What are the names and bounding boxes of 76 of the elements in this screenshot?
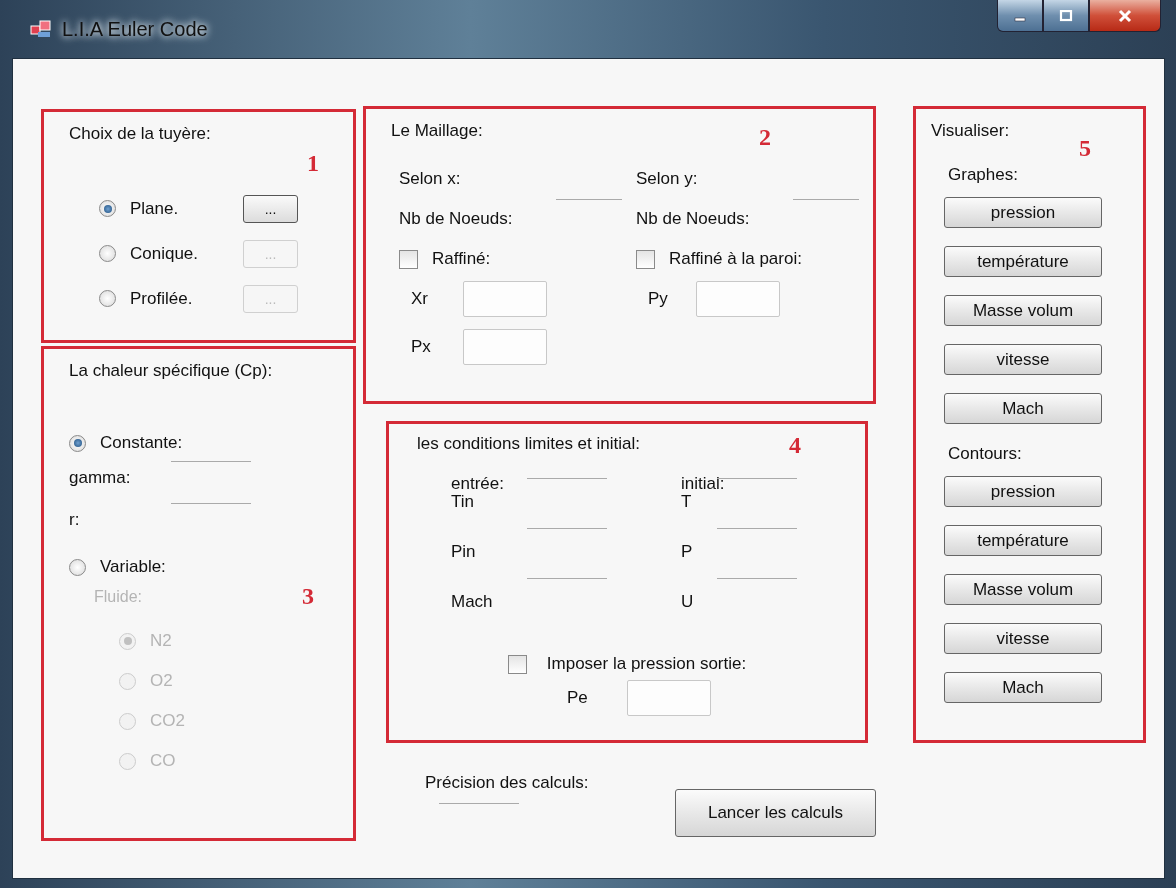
input-field[interactable]	[627, 680, 711, 716]
plot-button[interactable]: température	[944, 246, 1102, 277]
panel-title: les conditions limites et initial:	[417, 434, 640, 454]
radio-label: Constante:	[100, 433, 183, 453]
plot-button[interactable]: Mach	[944, 672, 1102, 703]
plot-button[interactable]: Masse volum	[944, 295, 1102, 326]
checkbox-label: Imposer la pression sortie:	[546, 654, 747, 674]
radio-label: CO	[150, 751, 176, 771]
close-icon	[1116, 8, 1134, 23]
radio-button[interactable]	[69, 434, 86, 452]
axis-heading: Selon x:	[399, 169, 462, 189]
close-button[interactable]	[1089, 0, 1161, 32]
minimize-icon	[1014, 17, 1026, 22]
group-heading: Graphes:	[948, 165, 1019, 185]
field-label: gamma:	[69, 468, 132, 488]
plot-button[interactable]: température	[944, 525, 1102, 556]
field-label: Px	[411, 337, 432, 357]
group-title: Fluide:	[94, 588, 143, 606]
checkbox[interactable]	[636, 249, 655, 269]
panel-title: Choix de la tuyère:	[69, 124, 211, 144]
field-label: P	[681, 542, 694, 562]
plot-button[interactable]: vitesse	[944, 623, 1102, 654]
plot-button[interactable]: Masse volum	[944, 574, 1102, 605]
plot-button[interactable]: pression	[944, 476, 1102, 507]
checkbox-label: Raffiné:	[432, 249, 491, 269]
radio-button[interactable]	[99, 245, 116, 262]
field-label: Nb de Noeuds:	[636, 209, 751, 230]
field-label: Mach	[451, 592, 494, 612]
field-label: Pe	[567, 688, 589, 708]
group-heading: entrée:	[451, 474, 505, 492]
radio-label: N2	[150, 631, 172, 651]
field-label: Tin	[451, 492, 475, 512]
radio-button[interactable]	[69, 558, 86, 576]
radio-button[interactable]	[99, 290, 116, 307]
minimize-button[interactable]	[997, 0, 1043, 32]
panel-number: 4	[789, 432, 801, 459]
field-label: Nb de Noeuds:	[399, 209, 514, 230]
radio-label: Profilée.	[130, 288, 194, 309]
radio-label: Plane.	[130, 198, 180, 219]
radio-label: CO2	[150, 711, 185, 731]
input-field[interactable]	[463, 329, 547, 365]
checkbox[interactable]	[399, 249, 418, 269]
plot-button[interactable]: vitesse	[944, 344, 1102, 375]
field-label: T	[681, 492, 693, 512]
input-field[interactable]	[696, 281, 780, 317]
group-heading: initial:	[681, 474, 726, 492]
checkbox-label: Raffiné à la paroi:	[669, 249, 802, 269]
panel-title: Visualiser:	[931, 121, 1010, 141]
browse-button[interactable]: ...	[243, 194, 298, 223]
field-label: Pin	[451, 542, 477, 562]
axis-heading: Selon y:	[636, 169, 699, 189]
radio-label: Variable:	[100, 557, 166, 577]
field-label: Py	[648, 289, 669, 309]
panel-number: 2	[759, 124, 771, 151]
maximize-button[interactable]	[1043, 0, 1089, 32]
field-label: r:	[69, 510, 81, 530]
window-title: L.I.A Euler Code	[62, 17, 208, 41]
field-label: U	[681, 592, 695, 612]
panel-number: 3	[302, 583, 314, 610]
panel-number: 1	[307, 150, 319, 177]
app-icon	[30, 19, 52, 39]
run-button[interactable]: Lancer les calculs	[675, 789, 876, 837]
input-field[interactable]	[463, 281, 547, 317]
plot-button[interactable]: Mach	[944, 393, 1102, 424]
checkbox[interactable]	[507, 654, 527, 674]
radio-label: Conique.	[130, 243, 200, 264]
plot-button[interactable]: pression	[944, 197, 1102, 228]
radio-label: O2	[150, 671, 173, 691]
panel-title: Le Maillage:	[391, 121, 483, 141]
panel-title: La chaleur spécifique (Cp):	[69, 361, 273, 381]
field-label: Précision des calculs:	[425, 773, 590, 793]
maximize-icon	[1058, 9, 1074, 22]
group-heading: Contours:	[948, 444, 1023, 464]
panel-number: 5	[1079, 135, 1091, 162]
field-label: Xr	[411, 289, 429, 309]
radio-button[interactable]	[99, 200, 116, 217]
